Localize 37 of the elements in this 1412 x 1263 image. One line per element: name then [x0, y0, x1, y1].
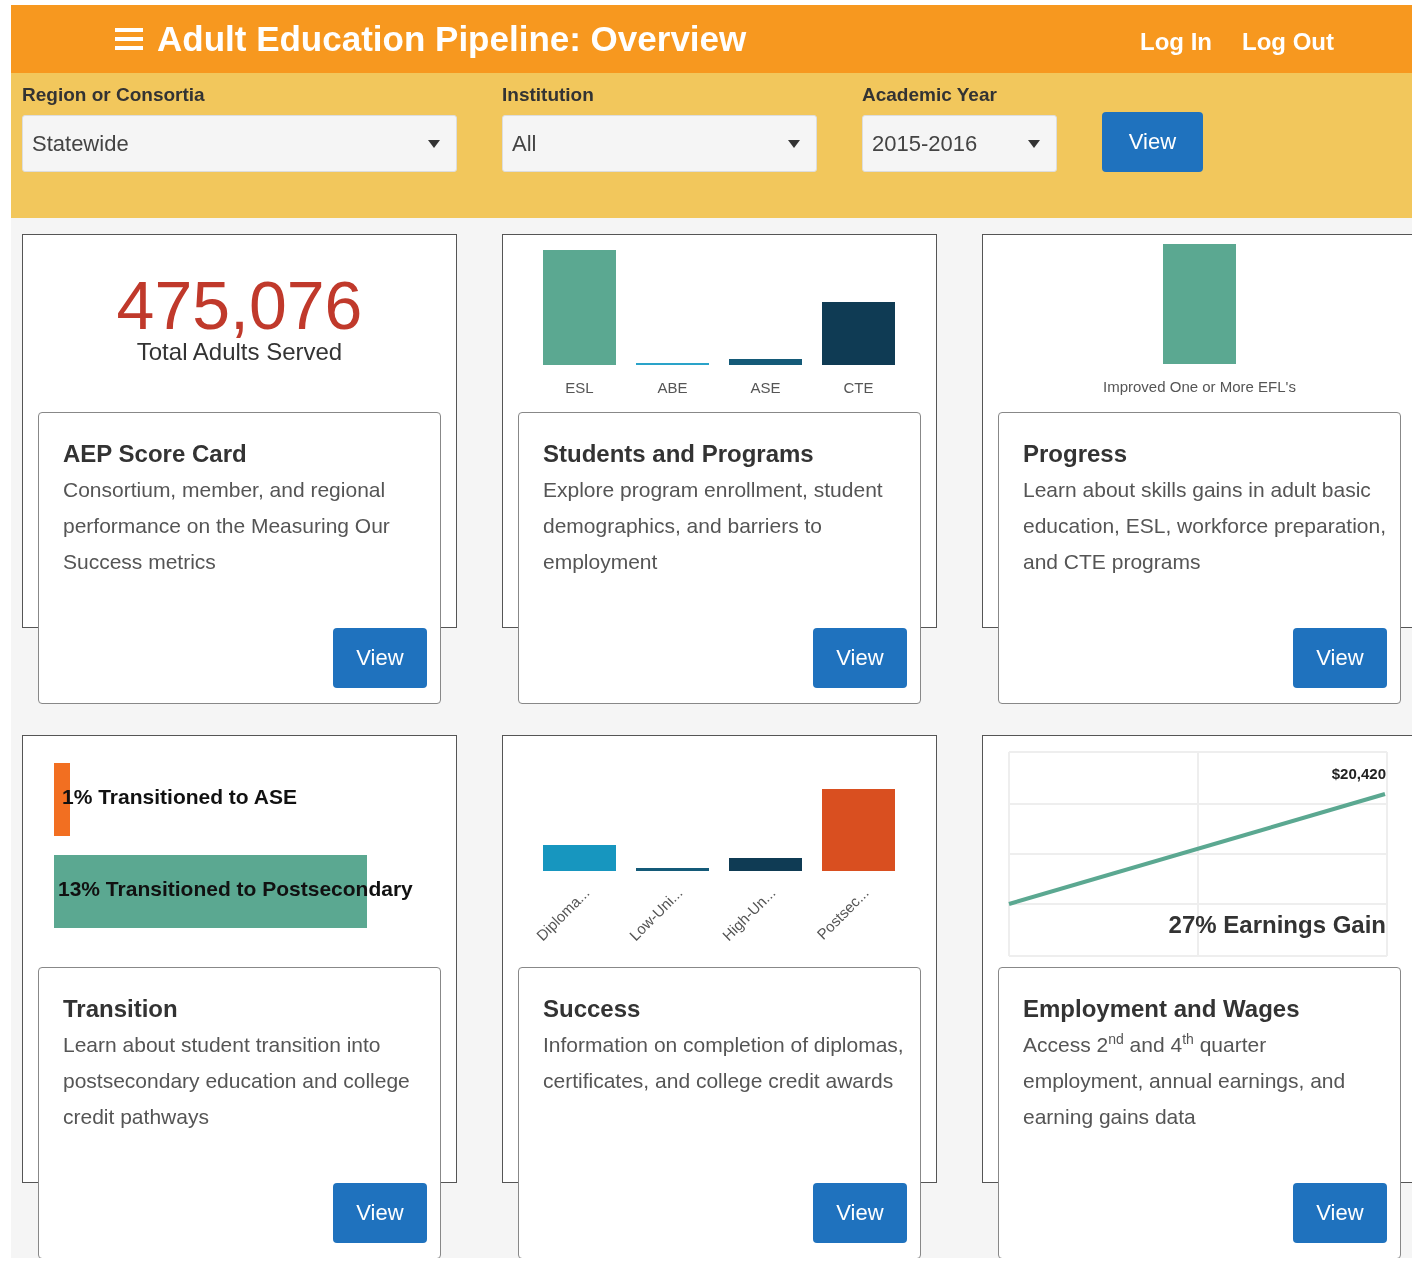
- dropdown[interactable]: 2015-2016: [862, 115, 1057, 172]
- caret-icon: [428, 139, 440, 148]
- card-description: Learn about student transition into postsecondary education and college credit pathways: [63, 1032, 411, 1130]
- filter-label: Institution: [502, 83, 595, 107]
- dropdown[interactable]: All: [502, 115, 817, 172]
- caret-icon: [788, 139, 800, 148]
- card-title: Progress: [1023, 439, 1129, 469]
- view-button[interactable]: View: [333, 628, 427, 688]
- card-description: Access 2$^{nd}$ and 4$^{th}$ quarter employment, annual earnings, and earning gains data: [1023, 1030, 1347, 1130]
- card-description: Information on completion of diplomas, certificates, and college credit awards: [543, 1032, 905, 1094]
- card-title: Transition: [63, 994, 179, 1024]
- filter-label: Academic Year: [862, 83, 998, 107]
- card-title: Success: [543, 994, 642, 1024]
- card-description: Learn about skills gains in adult basic education, ESL, workforce preparation, and CTE programs: [1023, 477, 1387, 575]
- data-label: $20,420: [1331, 765, 1386, 782]
- view-button[interactable]: View: [813, 628, 907, 688]
- filter-label: Region or Consortia: [22, 83, 206, 107]
- view-button[interactable]: View: [1293, 628, 1387, 688]
- view-button[interactable]: View: [1102, 112, 1203, 172]
- card-description: Consortium, member, and regional performance on the Measuring Our Success metrics: [63, 477, 391, 575]
- caret-icon: [1028, 139, 1040, 148]
- card-title: Employment and Wages: [1023, 994, 1301, 1024]
- bar-label: ABE: [657, 379, 688, 396]
- bar-label: Improved One or More EFL's: [1103, 378, 1296, 395]
- view-button[interactable]: View: [333, 1183, 427, 1243]
- page-title: Adult Education Pipeline: Overview: [157, 19, 747, 59]
- view-button[interactable]: View: [1293, 1183, 1387, 1243]
- bar-label: ASE: [750, 379, 781, 396]
- card-title: Students and Programs: [543, 439, 815, 469]
- bar-label: ESL: [565, 379, 594, 396]
- bar-label: CTE: [843, 379, 874, 396]
- view-button[interactable]: View: [813, 1183, 907, 1243]
- chart-caption: 27% Earnings Gain: [1168, 911, 1386, 939]
- menu-icon[interactable]: [115, 27, 143, 51]
- card-title: AEP Score Card: [63, 439, 248, 469]
- dropdown[interactable]: Statewide: [22, 115, 457, 172]
- card-description: Explore program enrollment, student demographics, and barriers to employment: [543, 477, 884, 575]
